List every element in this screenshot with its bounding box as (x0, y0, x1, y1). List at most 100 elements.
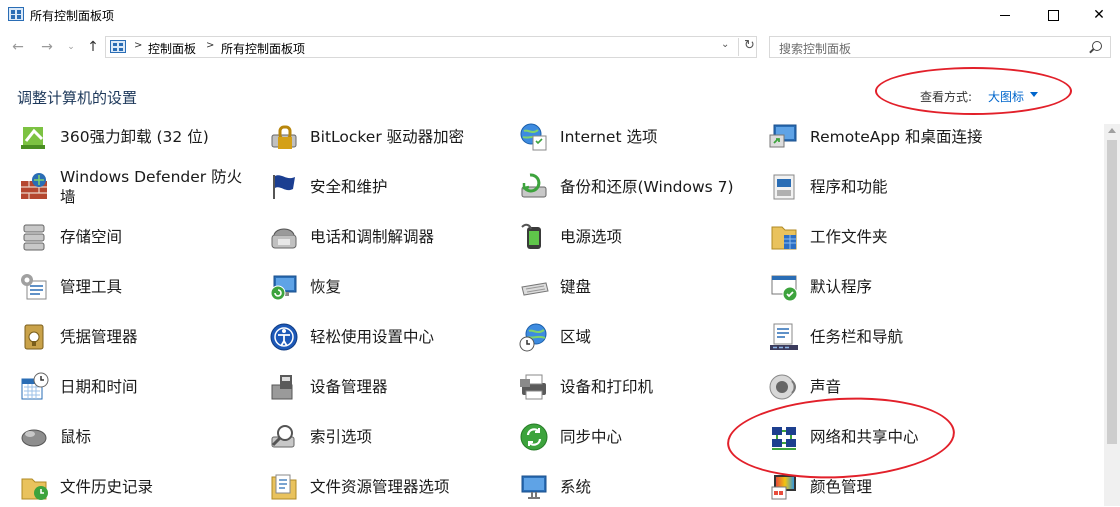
bitlocker-icon (268, 121, 300, 153)
scrollbar-thumb[interactable] (1107, 140, 1117, 444)
control-panel-item[interactable]: 电源选项 (518, 217, 754, 257)
minimize-button[interactable] (982, 0, 1028, 30)
view-by-dropdown[interactable]: 大图标 (988, 88, 1024, 105)
control-panel-item-label: Internet 选项 (560, 128, 658, 146)
scroll-up-arrow[interactable] (1108, 128, 1116, 133)
region-icon (518, 321, 550, 353)
control-panel-item[interactable]: 备份和还原(Windows 7) (518, 167, 754, 207)
control-panel-item-label: 恢复 (310, 278, 342, 296)
back-button[interactable]: ← (9, 38, 27, 56)
uninstall-icon (18, 121, 50, 153)
recent-locations-button[interactable]: ⌄ (62, 38, 80, 56)
breadcrumb-all-items[interactable]: 所有控制面板项 (221, 40, 305, 57)
color-management-icon (768, 471, 800, 503)
control-panel-item-label: 程序和功能 (810, 178, 888, 196)
control-panel-item-label: 管理工具 (60, 278, 123, 296)
network-icon (768, 421, 800, 453)
printer-icon (518, 371, 550, 403)
control-panel-item[interactable]: Internet 选项 (518, 117, 754, 157)
control-panel-item[interactable]: 声音 (768, 367, 1004, 407)
up-button[interactable]: ↑ (84, 38, 102, 56)
control-panel-item[interactable]: 恢复 (268, 267, 504, 307)
folder-options-icon (268, 471, 300, 503)
address-bar[interactable]: > 控制面板 > 所有控制面板项 ⌄ ↻ (105, 36, 757, 58)
control-panel-item[interactable]: 电话和调制解调器 (268, 217, 504, 257)
mouse-icon (18, 421, 50, 453)
breadcrumb-separator[interactable]: > (134, 40, 142, 51)
sound-icon (768, 371, 800, 403)
control-panel-item[interactable]: 凭据管理器 (18, 317, 250, 357)
recovery-icon (268, 271, 300, 303)
control-panel-item[interactable]: 默认程序 (768, 267, 1004, 307)
control-panel-item[interactable]: BitLocker 驱动器加密 (268, 117, 504, 157)
taskbar-icon (768, 321, 800, 353)
control-panel-item[interactable]: 区域 (518, 317, 754, 357)
default-programs-icon (768, 271, 800, 303)
control-panel-item[interactable]: 网络和共享中心 (768, 417, 1004, 457)
sync-icon (518, 421, 550, 453)
search-icon[interactable] (1092, 41, 1102, 51)
control-panel-item[interactable]: 工作文件夹 (768, 217, 1004, 257)
control-panel-item-label: BitLocker 驱动器加密 (310, 128, 465, 146)
control-panel-item[interactable]: 设备管理器 (268, 367, 504, 407)
control-panel-item-label: 电话和调制解调器 (310, 228, 435, 246)
control-panel-item-label: 安全和维护 (310, 178, 388, 196)
breadcrumb-control-panel[interactable]: 控制面板 (148, 40, 196, 57)
admin-tools-icon (18, 271, 50, 303)
remoteapp-icon (768, 121, 800, 153)
control-panel-item[interactable]: 鼠标 (18, 417, 250, 457)
page-title: 调整计算机的设置 (17, 89, 138, 107)
control-panel-item-label: 备份和还原(Windows 7) (560, 178, 734, 196)
control-panel-item-label: 文件历史记录 (60, 478, 154, 496)
control-panel-item[interactable]: 轻松使用设置中心 (268, 317, 504, 357)
control-panel-item[interactable]: 存储空间 (18, 217, 250, 257)
control-panel-item-label: 凭据管理器 (60, 328, 138, 346)
control-panel-item-label: Windows Defender 防火墙 (60, 168, 243, 206)
vertical-scrollbar[interactable] (1104, 124, 1120, 506)
refresh-button[interactable]: ↻ (738, 38, 755, 56)
control-panel-item-label: 任务栏和导航 (810, 328, 904, 346)
control-panel-item-label: 360强力卸载 (32 位) (60, 128, 209, 146)
control-panel-item[interactable]: 程序和功能 (768, 167, 1004, 207)
phone-icon (268, 221, 300, 253)
control-panel-item-label: 鼠标 (60, 428, 92, 446)
control-panel-item-label: RemoteApp 和桌面连接 (810, 128, 983, 146)
address-dropdown-button[interactable]: ⌄ (721, 39, 729, 50)
chevron-down-icon[interactable] (1030, 92, 1038, 97)
control-panel-item[interactable]: 索引选项 (268, 417, 504, 457)
firewall-icon (18, 171, 50, 203)
breadcrumb-separator[interactable]: > (206, 40, 214, 51)
control-panel-item-label: 轻松使用设置中心 (310, 328, 435, 346)
control-panel-item[interactable]: 颜色管理 (768, 467, 1004, 507)
control-panel-item[interactable]: 系统 (518, 467, 754, 507)
control-panel-item-label: 设备管理器 (310, 378, 388, 396)
control-panel-item[interactable]: 日期和时间 (18, 367, 250, 407)
backup-icon (518, 171, 550, 203)
control-panel-item[interactable]: 管理工具 (18, 267, 250, 307)
control-panel-item[interactable]: 同步中心 (518, 417, 754, 457)
control-panel-item-label: 系统 (560, 478, 592, 496)
control-panel-icon (110, 40, 126, 53)
control-panel-item[interactable]: 任务栏和导航 (768, 317, 1004, 357)
control-panel-item[interactable]: 文件资源管理器选项 (268, 467, 504, 507)
maximize-button[interactable] (1030, 0, 1076, 30)
control-panel-item-label: 网络和共享中心 (810, 428, 919, 446)
control-panel-item[interactable]: RemoteApp 和桌面连接 (768, 117, 1004, 157)
control-panel-item-label: 索引选项 (310, 428, 373, 446)
control-panel-item[interactable]: 键盘 (518, 267, 754, 307)
internet-icon (518, 121, 550, 153)
forward-button[interactable]: → (38, 38, 56, 56)
control-panel-item-label: 键盘 (560, 278, 592, 296)
control-panel-item[interactable]: 安全和维护 (268, 167, 504, 207)
control-panel-item[interactable]: Windows Defender 防火墙 (18, 167, 250, 207)
search-input[interactable]: 搜索控制面板 (769, 36, 1111, 58)
control-panel-item-label: 文件资源管理器选项 (310, 478, 450, 496)
control-panel-item[interactable]: 360强力卸载 (32 位) (18, 117, 250, 157)
close-button[interactable]: ✕ (1076, 0, 1120, 30)
file-history-icon (18, 471, 50, 503)
search-placeholder: 搜索控制面板 (779, 42, 852, 56)
control-panel-item-label: 声音 (810, 378, 842, 396)
control-panel-item[interactable]: 设备和打印机 (518, 367, 754, 407)
control-panel-item[interactable]: 文件历史记录 (18, 467, 250, 507)
programs-icon (768, 171, 800, 203)
